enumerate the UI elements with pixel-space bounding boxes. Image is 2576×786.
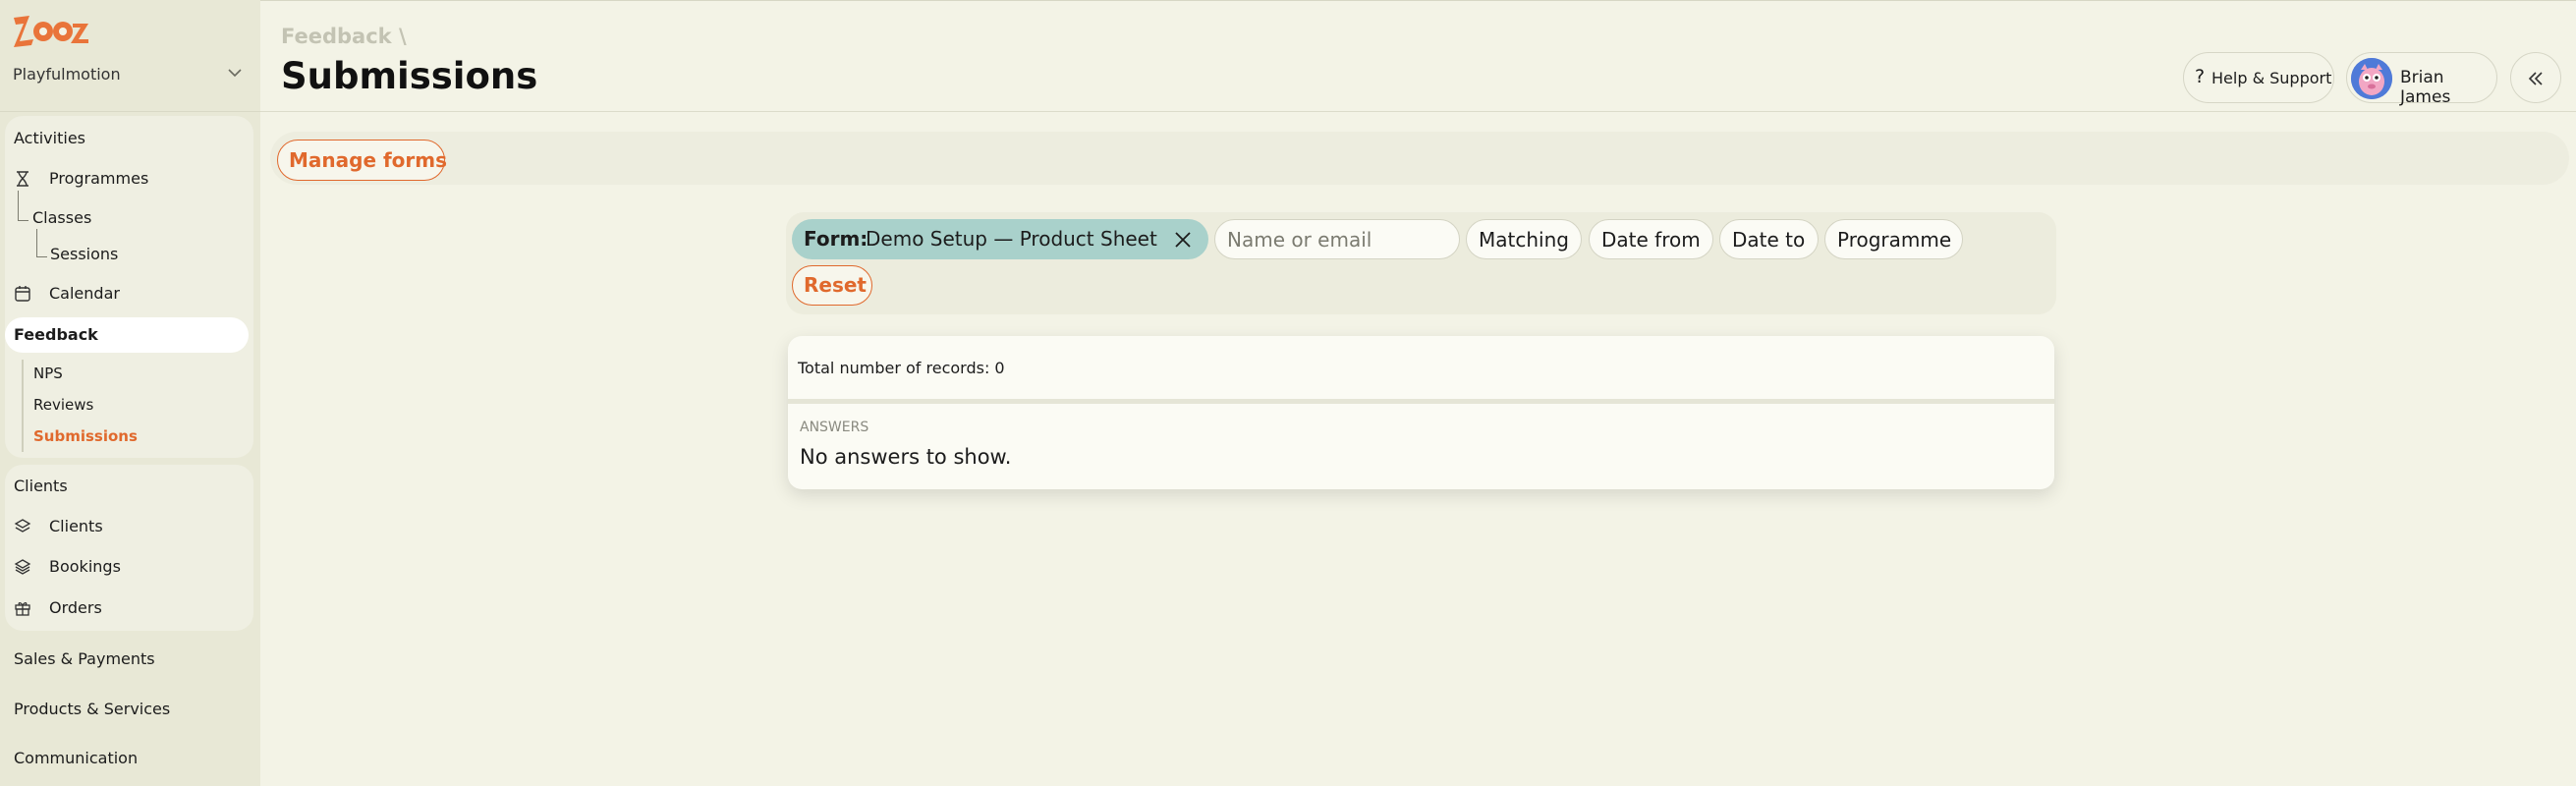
- reset-label: Reset: [804, 273, 867, 297]
- breadcrumb[interactable]: Feedback \: [281, 25, 407, 48]
- submenu-indicator: [22, 360, 24, 452]
- nav-section-clients[interactable]: Clients: [14, 477, 68, 495]
- gift-icon: [14, 599, 31, 617]
- answers-label: ANSWERS: [800, 420, 869, 435]
- name-email-search-input[interactable]: [1214, 219, 1460, 259]
- manage-forms-label: Manage forms: [289, 148, 448, 172]
- nav-section-activities[interactable]: Activities: [14, 129, 85, 147]
- sidebar-item-programmes[interactable]: Programmes: [49, 169, 148, 188]
- results-card: Total number of records: 0 ANSWERS No an…: [788, 336, 2054, 489]
- results-header: Total number of records: 0: [788, 336, 2054, 404]
- sidebar-item-sessions[interactable]: Sessions: [50, 245, 118, 263]
- nav-section-sales-payments[interactable]: Sales & Payments: [14, 649, 155, 668]
- form-filter-value: Demo Setup — Product Sheet: [866, 227, 1157, 251]
- programme-filter[interactable]: Programme: [1824, 219, 1963, 259]
- account-switcher[interactable]: Playfulmotion: [13, 65, 245, 84]
- chevron-down-icon: [225, 63, 245, 83]
- total-records: Total number of records: 0: [798, 359, 1005, 377]
- sidebar-item-submissions[interactable]: Submissions: [33, 427, 138, 445]
- avatar: [2351, 58, 2392, 99]
- header-divider: [260, 111, 2576, 112]
- collapse-button[interactable]: [2510, 52, 2561, 103]
- question-icon: ?: [2195, 66, 2206, 87]
- nav-section-products-services[interactable]: Products & Services: [14, 700, 170, 718]
- sidebar-item-calendar[interactable]: Calendar: [49, 284, 120, 303]
- nav-section-communication[interactable]: Communication: [14, 749, 138, 767]
- layers-icon: [14, 558, 31, 576]
- form-filter-chip[interactable]: Form: Demo Setup — Product Sheet: [792, 219, 1208, 259]
- calendar-icon: [14, 285, 31, 303]
- sidebar-item-nps[interactable]: NPS: [33, 365, 63, 382]
- sidebar-item-feedback[interactable]: Feedback: [14, 325, 98, 344]
- close-icon[interactable]: [1173, 230, 1193, 253]
- sidebar-item-orders[interactable]: Orders: [49, 598, 102, 617]
- help-support-button[interactable]: ? Help & Support: [2183, 52, 2334, 103]
- sidebar-item-reviews[interactable]: Reviews: [33, 396, 93, 414]
- divider: [0, 111, 260, 112]
- sidebar-item-classes[interactable]: Classes: [32, 208, 91, 227]
- toolbar: [270, 132, 2569, 185]
- zooza-logo[interactable]: [12, 12, 90, 51]
- reset-button[interactable]: Reset: [792, 265, 872, 306]
- tree-connector: [18, 191, 28, 221]
- tree-connector: [36, 229, 47, 257]
- top-border: [260, 0, 2576, 1]
- date-to-filter[interactable]: Date to: [1719, 219, 1819, 259]
- form-filter-label: Form:: [804, 227, 868, 251]
- hourglass-icon: [14, 170, 31, 188]
- help-support-label: Help & Support: [2212, 69, 2332, 87]
- double-chevron-left-icon: [2528, 72, 2543, 85]
- sidebar-item-clients[interactable]: Clients: [49, 517, 103, 535]
- clients-icon: [14, 518, 31, 535]
- empty-message: No answers to show.: [800, 445, 1012, 469]
- manage-forms-button[interactable]: Manage forms: [277, 140, 448, 181]
- date-from-filter[interactable]: Date from: [1589, 219, 1713, 259]
- account-name: Playfulmotion: [13, 65, 121, 84]
- user-name: Brian James: [2400, 68, 2451, 107]
- sidebar: Playfulmotion Activities Programmes Clas…: [0, 0, 260, 786]
- sidebar-item-bookings[interactable]: Bookings: [49, 557, 121, 576]
- user-menu-button[interactable]: Brian James: [2346, 52, 2497, 107]
- matching-filter[interactable]: Matching: [1466, 219, 1582, 259]
- page-title: Submissions: [281, 55, 538, 97]
